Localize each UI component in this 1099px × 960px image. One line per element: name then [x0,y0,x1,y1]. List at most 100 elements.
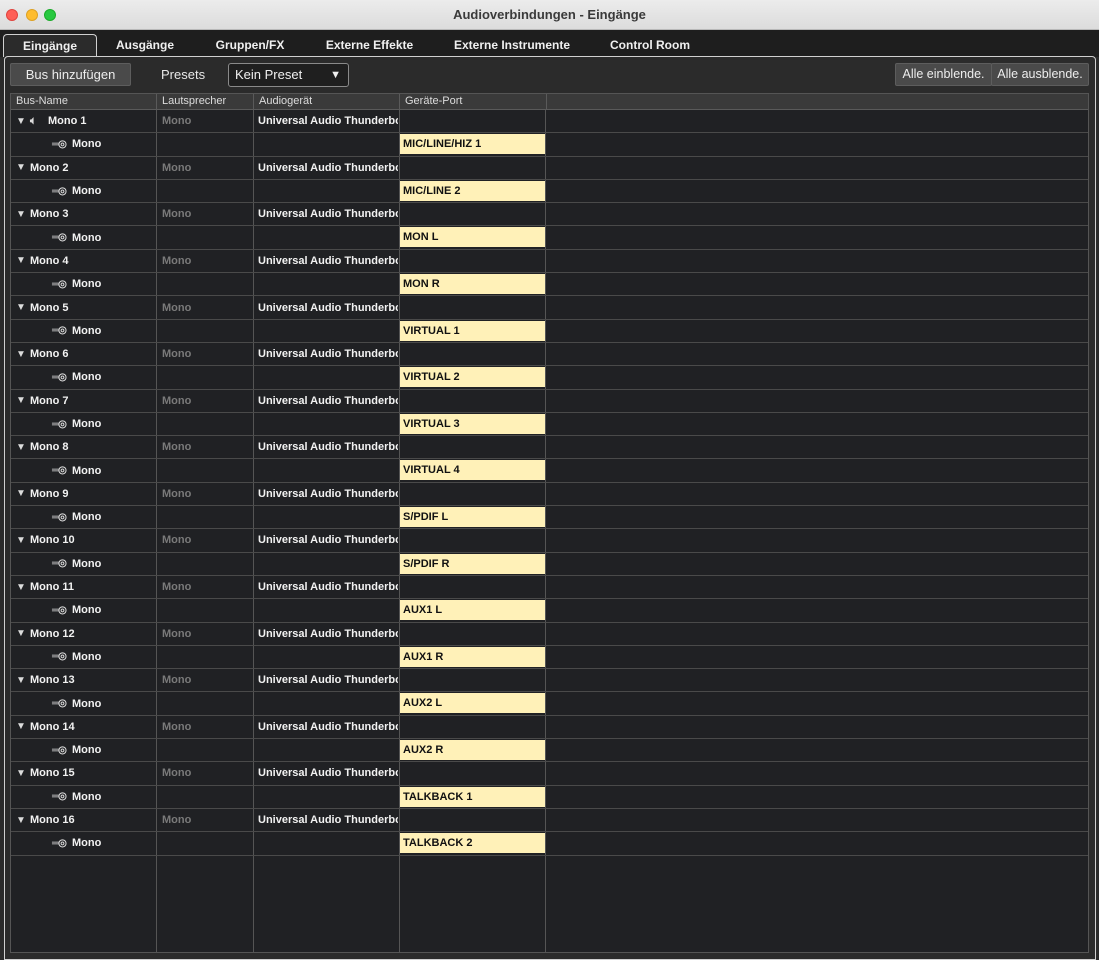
bus-name-cell[interactable]: ▼ Mono 9 [11,483,157,505]
device-port[interactable]: AUX1 L [400,600,545,621]
device-cell[interactable]: Universal Audio Thunderbol [258,110,398,132]
add-bus-button[interactable]: Bus hinzufügen [10,63,131,86]
device-port[interactable]: VIRTUAL 1 [400,320,545,341]
port-cell[interactable]: AUX2 L [400,692,545,714]
channel-row[interactable]: ═◎ Mono AUX2 L [11,692,1088,716]
bus-name-cell[interactable]: ▼ Mono 5 [11,296,157,318]
bus-name-cell[interactable]: ▼ Mono 6 [11,343,157,365]
collapse-triangle-icon[interactable]: ▼ [16,395,30,406]
port-cell[interactable]: S/PDIF R [400,553,545,575]
collapse-triangle-icon[interactable]: ▼ [16,582,30,593]
device-port[interactable]: VIRTUAL 4 [400,460,545,481]
bus-row[interactable]: ▼ Mono 6 Mono Universal Audio Thunderbol [11,343,1088,367]
bus-row[interactable]: ▼ Mono 13 Mono Universal Audio Thunderbol [11,669,1088,693]
port-cell[interactable]: VIRTUAL 2 [400,366,545,388]
device-cell[interactable]: Universal Audio Thunderbol [258,436,398,458]
channel-row[interactable]: ═◎ Mono VIRTUAL 2 [11,366,1088,390]
port-cell[interactable]: S/PDIF L [400,506,545,528]
device-cell[interactable]: Universal Audio Thunderbol [258,203,398,225]
tab-control-room[interactable]: Control Room [596,34,704,57]
bus-row[interactable]: ▼ Mono 9 Mono Universal Audio Thunderbol [11,483,1088,507]
bus-name-cell[interactable]: ▼ Mono 7 [11,390,157,412]
bus-name-cell[interactable]: ▼ Mono 11 [11,576,157,598]
bus-name-cell[interactable]: ▼ Mono 16 [11,809,157,831]
port-cell[interactable]: VIRTUAL 1 [400,320,545,342]
device-cell[interactable]: Universal Audio Thunderbol [258,762,398,784]
collapse-triangle-icon[interactable]: ▼ [16,628,30,639]
bus-row[interactable]: ▼ Mono 3 Mono Universal Audio Thunderbol [11,203,1088,227]
column-header-bus-name[interactable]: Bus-Name [11,94,157,109]
device-port[interactable]: VIRTUAL 2 [400,367,545,388]
device-port[interactable]: S/PDIF L [400,507,545,528]
device-cell[interactable]: Universal Audio Thunderbol [258,716,398,738]
device-port[interactable]: S/PDIF R [400,553,545,574]
collapse-triangle-icon[interactable]: ▼ [16,535,30,546]
channel-row[interactable]: ═◎ Mono MIC/LINE 2 [11,180,1088,204]
channel-row[interactable]: ═◎ Mono TALKBACK 1 [11,786,1088,809]
channel-row[interactable]: ═◎ Mono MIC/LINE/HIZ 1 [11,133,1088,157]
bus-row[interactable]: ▼ Mono 2 Mono Universal Audio Thunderbol [11,157,1088,180]
channel-row[interactable]: ═◎ Mono MON L [11,226,1088,250]
device-port[interactable]: VIRTUAL 3 [400,413,545,434]
bus-row[interactable]: ▼ Mono 16 Mono Universal Audio Thunderbol [11,809,1088,833]
device-cell[interactable]: Universal Audio Thunderbol [258,529,398,551]
channel-row[interactable]: ═◎ Mono S/PDIF R [11,553,1088,576]
device-port[interactable]: AUX1 R [400,646,545,667]
device-cell[interactable]: Universal Audio Thunderbol [258,623,398,645]
collapse-triangle-icon[interactable]: ▼ [16,488,30,499]
channel-row[interactable]: ═◎ Mono AUX2 R [11,739,1088,763]
port-cell[interactable]: TALKBACK 1 [400,786,545,808]
channel-row[interactable]: ═◎ Mono VIRTUAL 1 [11,320,1088,343]
device-cell[interactable]: Universal Audio Thunderbol [258,809,398,831]
bus-row[interactable]: ▼ Mono 10 Mono Universal Audio Thunderbol [11,529,1088,553]
tab-externe-instrumente[interactable]: Externe Instrumente [441,34,583,57]
bus-name-cell[interactable]: ▼ Mono 4 [11,250,157,272]
bus-row[interactable]: ▼ Mono 7 Mono Universal Audio Thunderbol [11,390,1088,413]
show-all-button[interactable]: Alle einblende. [895,63,992,86]
channel-row[interactable]: ═◎ Mono AUX1 L [11,599,1088,623]
channel-row[interactable]: ═◎ Mono AUX1 R [11,646,1088,670]
port-cell[interactable]: MON L [400,226,545,248]
device-port[interactable]: MON R [400,274,545,295]
device-port[interactable]: TALKBACK 1 [400,786,545,807]
bus-name-cell[interactable]: ▼ Mono 10 [11,529,157,551]
collapse-triangle-icon[interactable]: ▼ [16,162,30,173]
device-cell[interactable]: Universal Audio Thunderbol [258,157,398,179]
bus-name-cell[interactable]: ▼ Mono 8 [11,436,157,458]
bus-row[interactable]: ▼ Mono 14 Mono Universal Audio Thunderbol [11,716,1088,740]
tab-gruppen-fx[interactable]: Gruppen/FX [199,34,301,57]
channel-row[interactable]: ═◎ Mono MON R [11,273,1088,297]
port-cell[interactable]: MIC/LINE 2 [400,180,545,202]
device-cell[interactable]: Universal Audio Thunderbol [258,250,398,272]
device-cell[interactable]: Universal Audio Thunderbol [258,483,398,505]
hide-all-button[interactable]: Alle ausblende. [991,63,1089,86]
channel-row[interactable]: ═◎ Mono VIRTUAL 4 [11,459,1088,483]
tab-externe-effekte[interactable]: Externe Effekte [312,34,427,57]
bus-name-cell[interactable]: ▼ Mono 12 [11,623,157,645]
column-header-speaker[interactable]: Lautsprecher [157,94,254,109]
channel-row[interactable]: ═◎ Mono S/PDIF L [11,506,1088,530]
bus-name-cell[interactable]: ▼ 🔈︎ Mono 1 [11,110,157,132]
port-cell[interactable]: MON R [400,273,545,295]
device-cell[interactable]: Universal Audio Thunderbol [258,669,398,691]
collapse-triangle-icon[interactable]: ▼ [16,721,30,732]
device-cell[interactable]: Universal Audio Thunderbol [258,296,398,318]
column-header-port[interactable]: Geräte-Port [400,94,547,109]
device-port[interactable]: TALKBACK 2 [400,833,545,854]
collapse-triangle-icon[interactable]: ▼ [16,442,30,453]
collapse-triangle-icon[interactable]: ▼ [16,815,30,826]
bus-row[interactable]: ▼ Mono 15 Mono Universal Audio Thunderbol [11,762,1088,786]
bus-row[interactable]: ▼ Mono 11 Mono Universal Audio Thunderbol [11,576,1088,600]
column-header-device[interactable]: Audiogerät [254,94,400,109]
bus-name-cell[interactable]: ▼ Mono 2 [11,157,157,179]
device-port[interactable]: MON L [400,227,545,248]
bus-row[interactable]: ▼ Mono 4 Mono Universal Audio Thunderbol [11,250,1088,274]
port-cell[interactable]: AUX2 R [400,739,545,761]
channel-row[interactable]: ═◎ Mono TALKBACK 2 [11,832,1088,856]
collapse-triangle-icon[interactable]: ▼ [16,209,30,220]
channel-row[interactable]: ═◎ Mono VIRTUAL 3 [11,413,1088,437]
device-port[interactable]: AUX2 R [400,740,545,761]
port-cell[interactable]: VIRTUAL 3 [400,413,545,435]
bus-row[interactable]: ▼ Mono 5 Mono Universal Audio Thunderbol [11,296,1088,320]
collapse-triangle-icon[interactable]: ▼ [16,116,30,127]
